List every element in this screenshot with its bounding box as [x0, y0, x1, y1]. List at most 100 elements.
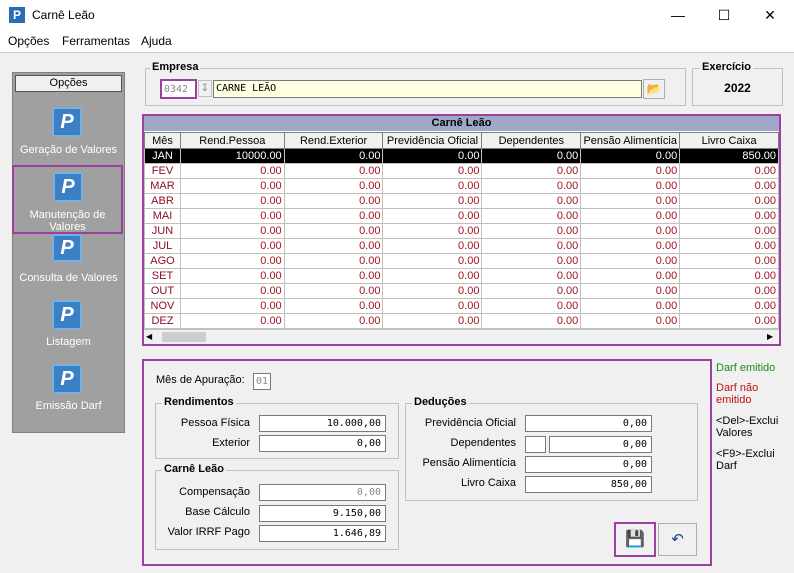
- value-cell[interactable]: 0.00: [580, 283, 681, 299]
- value-cell[interactable]: 0.00: [382, 313, 483, 329]
- value-cell[interactable]: 0.00: [179, 313, 285, 329]
- month-cell[interactable]: JUN: [144, 223, 181, 239]
- value-cell[interactable]: 0.00: [179, 223, 285, 239]
- value-cell[interactable]: 0.00: [481, 193, 582, 209]
- value-cell[interactable]: 0.00: [179, 238, 285, 254]
- value-cell[interactable]: 0.00: [580, 268, 681, 284]
- value-cell[interactable]: 0.00: [481, 208, 582, 224]
- value-cell[interactable]: 0.00: [382, 298, 483, 314]
- undo-button[interactable]: ↶: [658, 523, 697, 556]
- value-cell[interactable]: 0.00: [481, 163, 582, 179]
- previdencia-field[interactable]: 0,00: [525, 415, 652, 432]
- value-cell[interactable]: 0.00: [179, 163, 285, 179]
- value-cell[interactable]: 0.00: [679, 223, 779, 239]
- value-cell[interactable]: 0.00: [179, 298, 285, 314]
- horizontal-scrollbar[interactable]: ◀ ▶: [144, 329, 779, 344]
- table-row[interactable]: OUT 0.00 0.00 0.00 0.00 0.00 0.00: [144, 283, 779, 299]
- value-cell[interactable]: 0.00: [580, 163, 681, 179]
- value-cell[interactable]: 0.00: [679, 193, 779, 209]
- sidebar-item-listagem[interactable]: P Listagem: [12, 298, 125, 358]
- value-cell[interactable]: 0.00: [481, 178, 582, 194]
- irrf-field[interactable]: 1.646,89: [259, 525, 386, 542]
- value-cell[interactable]: 0.00: [179, 193, 285, 209]
- empresa-code-field[interactable]: 0342: [160, 79, 197, 99]
- value-cell[interactable]: 0.00: [283, 313, 384, 329]
- month-cell[interactable]: FEV: [144, 163, 181, 179]
- compensacao-field[interactable]: 0,00: [259, 484, 386, 501]
- value-cell[interactable]: 0.00: [580, 253, 681, 269]
- value-cell[interactable]: 0.00: [179, 208, 285, 224]
- download-icon[interactable]: ↧: [198, 80, 212, 97]
- value-cell[interactable]: 0.00: [283, 178, 384, 194]
- value-cell[interactable]: 0.00: [179, 268, 285, 284]
- value-cell[interactable]: 0.00: [679, 268, 779, 284]
- value-cell[interactable]: 0.00: [580, 148, 681, 164]
- table-row[interactable]: JUN 0.00 0.00 0.00 0.00 0.00 0.00: [144, 223, 779, 239]
- value-cell[interactable]: 10000.00: [179, 148, 285, 164]
- table-row[interactable]: AGO 0.00 0.00 0.00 0.00 0.00 0.00: [144, 253, 779, 269]
- carne-leao-grid[interactable]: Carnê Leão Mês Rend.Pessoa Rend.Exterior…: [142, 114, 781, 346]
- table-row[interactable]: FEV 0.00 0.00 0.00 0.00 0.00 0.00: [144, 163, 779, 179]
- month-cell[interactable]: AGO: [144, 253, 181, 269]
- value-cell[interactable]: 0.00: [481, 253, 582, 269]
- dependentes-field[interactable]: 0,00: [549, 436, 652, 453]
- month-cell[interactable]: MAI: [144, 208, 181, 224]
- value-cell[interactable]: 0.00: [283, 283, 384, 299]
- value-cell[interactable]: 0.00: [679, 208, 779, 224]
- value-cell[interactable]: 0.00: [382, 238, 483, 254]
- column-header-livro-caixa[interactable]: Livro Caixa: [679, 132, 779, 149]
- value-cell[interactable]: 0.00: [481, 298, 582, 314]
- sidebar-item-consulta-valores[interactable]: Consulta de Valores: [12, 272, 125, 284]
- value-cell[interactable]: 0.00: [283, 208, 384, 224]
- month-cell[interactable]: JUL: [144, 238, 181, 254]
- table-row[interactable]: ABR 0.00 0.00 0.00 0.00 0.00 0.00: [144, 193, 779, 209]
- table-row[interactable]: DEZ 0.00 0.00 0.00 0.00 0.00 0.00: [144, 313, 779, 329]
- value-cell[interactable]: 0.00: [679, 313, 779, 329]
- column-header-pensao[interactable]: Pensão Alimentícia: [580, 132, 681, 149]
- value-cell[interactable]: 0.00: [580, 178, 681, 194]
- value-cell[interactable]: 0.00: [580, 193, 681, 209]
- value-cell[interactable]: 0.00: [382, 148, 483, 164]
- value-cell[interactable]: 0.00: [179, 283, 285, 299]
- menu-ferramentas[interactable]: Ferramentas: [62, 34, 130, 48]
- mes-apuracao-field[interactable]: 01: [253, 373, 271, 390]
- minimize-button[interactable]: —: [655, 0, 701, 30]
- table-row[interactable]: MAI 0.00 0.00 0.00 0.00 0.00 0.00: [144, 208, 779, 224]
- close-button[interactable]: ✕: [747, 0, 793, 30]
- table-row[interactable]: NOV 0.00 0.00 0.00 0.00 0.00 0.00: [144, 298, 779, 314]
- value-cell[interactable]: 0.00: [283, 253, 384, 269]
- value-cell[interactable]: 0.00: [679, 283, 779, 299]
- value-cell[interactable]: 0.00: [382, 208, 483, 224]
- value-cell[interactable]: 0.00: [580, 313, 681, 329]
- month-cell[interactable]: NOV: [144, 298, 181, 314]
- value-cell[interactable]: 0.00: [481, 283, 582, 299]
- column-header-mes[interactable]: Mês: [144, 132, 181, 149]
- value-cell[interactable]: 0.00: [481, 238, 582, 254]
- scroll-thumb[interactable]: [162, 332, 206, 342]
- month-cell[interactable]: SET: [144, 268, 181, 284]
- maximize-button[interactable]: ☐: [701, 0, 747, 30]
- value-cell[interactable]: 850.00: [679, 148, 779, 164]
- column-header-rend-exterior[interactable]: Rend.Exterior: [283, 132, 384, 149]
- value-cell[interactable]: 0.00: [679, 178, 779, 194]
- exterior-field[interactable]: 0,00: [259, 435, 386, 452]
- value-cell[interactable]: 0.00: [580, 298, 681, 314]
- month-cell[interactable]: MAR: [144, 178, 181, 194]
- pessoa-fisica-field[interactable]: 10.000,00: [259, 415, 386, 432]
- value-cell[interactable]: 0.00: [382, 253, 483, 269]
- value-cell[interactable]: 0.00: [580, 238, 681, 254]
- value-cell[interactable]: 0.00: [382, 178, 483, 194]
- column-header-rend-pessoa[interactable]: Rend.Pessoa: [179, 132, 285, 149]
- empresa-name-field[interactable]: CARNE LEÃO: [213, 80, 642, 98]
- value-cell[interactable]: 0.00: [382, 163, 483, 179]
- dependentes-count-field[interactable]: [525, 436, 546, 453]
- value-cell[interactable]: 0.00: [283, 223, 384, 239]
- value-cell[interactable]: 0.00: [481, 268, 582, 284]
- value-cell[interactable]: 0.00: [283, 193, 384, 209]
- value-cell[interactable]: 0.00: [283, 163, 384, 179]
- value-cell[interactable]: 0.00: [382, 283, 483, 299]
- month-cell[interactable]: ABR: [144, 193, 181, 209]
- value-cell[interactable]: 0.00: [382, 193, 483, 209]
- value-cell[interactable]: 0.00: [382, 268, 483, 284]
- value-cell[interactable]: 0.00: [283, 268, 384, 284]
